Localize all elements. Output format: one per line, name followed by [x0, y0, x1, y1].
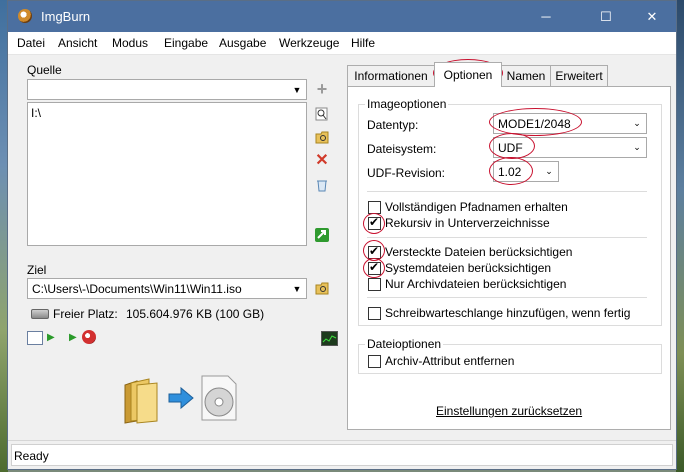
maximize-button[interactable]: ☐	[583, 1, 629, 32]
image-options-title: Imageoptionen	[365, 97, 449, 111]
menu-ausgabe[interactable]: Ausgabe	[219, 36, 266, 50]
reset-settings-link[interactable]: Einstellungen zurücksetzen	[436, 404, 582, 418]
menu-hilfe[interactable]: Hilfe	[351, 36, 375, 50]
dateisystem-select[interactable]: UDF ⌄	[493, 137, 647, 158]
target-label: Ziel	[27, 263, 47, 277]
menu-datei[interactable]: Datei	[17, 36, 45, 50]
options-tab-panel: Imageoptionen Datentyp: MODE1/2048 ⌄ Dat…	[347, 86, 671, 430]
datentyp-label: Datentyp:	[367, 118, 419, 132]
checkbox-remove-archive-attribute-label: Archiv-Attribut entfernen	[385, 354, 515, 368]
minimize-button[interactable]: ─	[523, 1, 569, 32]
folder-icon	[121, 375, 161, 428]
menu-ansicht[interactable]: Ansicht	[58, 36, 97, 50]
free-space-label: Freier Platz:	[53, 307, 118, 321]
title-bar[interactable]: ImgBurn ─ ☐ ✕	[8, 1, 676, 32]
delete-icon[interactable]: ✕	[314, 152, 330, 169]
datentyp-select[interactable]: MODE1/2048 ⌄	[493, 113, 647, 134]
menu-werkzeuge[interactable]: Werkzeuge	[279, 36, 339, 50]
imgburn-window: ImgBurn ─ ☐ ✕ Datei Ansicht Modus Eingab…	[7, 0, 677, 470]
checkbox-archive-only[interactable]	[368, 278, 381, 291]
browse-folder-icon[interactable]	[314, 129, 330, 145]
chevron-down-icon: ⌄	[545, 166, 553, 176]
close-button[interactable]: ✕	[629, 1, 675, 32]
checkbox-full-path-label: Vollständigen Pfadnamen erhalten	[385, 200, 568, 214]
list-item[interactable]: I:\	[31, 106, 41, 120]
tab-informationen[interactable]: Informationen	[347, 65, 435, 86]
menu-bar: Datei Ansicht Modus Eingabe Ausgabe Werk…	[8, 32, 676, 55]
status-field: Ready	[11, 444, 673, 466]
play-icon[interactable]: ▶	[47, 332, 55, 343]
udf-revision-label: UDF-Revision:	[367, 166, 446, 180]
checkbox-remove-archive-attribute[interactable]	[368, 355, 381, 368]
source-label: Quelle	[27, 63, 62, 77]
menu-eingabe[interactable]: Eingabe	[164, 36, 208, 50]
menu-modus[interactable]: Modus	[112, 36, 148, 50]
checkbox-archive-only-label: Nur Archivdateien berücksichtigen	[385, 277, 567, 291]
checkbox-write-queue[interactable]	[368, 307, 381, 320]
separator	[367, 297, 647, 298]
burn-disc-icon[interactable]	[82, 330, 96, 344]
source-file-list[interactable]: I:\	[27, 102, 307, 246]
checkbox-hidden-files[interactable]	[368, 244, 381, 259]
search-icon[interactable]	[314, 106, 330, 122]
tab-optionen[interactable]: Optionen	[434, 62, 502, 87]
status-bar: Ready	[8, 440, 676, 469]
arrow-right-icon	[167, 386, 195, 413]
recycle-icon[interactable]	[314, 177, 330, 193]
drive-icon	[31, 309, 49, 319]
chevron-down-icon: ▼	[292, 84, 302, 95]
source-drive-combo[interactable]: ▼	[27, 79, 307, 100]
file-options-title: Dateioptionen	[365, 337, 444, 351]
add-icon[interactable]: +	[314, 79, 330, 99]
free-space-value: 105.604.976 KB (100 GB)	[126, 307, 265, 321]
checkbox-write-queue-label: Schreibwarteschlange hinzufügen, wenn fe…	[385, 306, 631, 320]
checkbox-hidden-files-label: Versteckte Dateien berücksichtigen	[385, 245, 573, 259]
refresh-icon[interactable]	[314, 227, 330, 243]
separator	[367, 237, 647, 238]
tab-erweitert[interactable]: Erweitert	[550, 65, 608, 86]
target-path-combo[interactable]: C:\Users\-\Documents\Win11\Win11.iso ▼	[27, 278, 307, 299]
dateisystem-label: Dateisystem:	[367, 142, 437, 156]
browse-target-icon[interactable]	[314, 280, 330, 296]
chevron-down-icon: ⌄	[633, 142, 641, 152]
chevron-down-icon: ▼	[292, 283, 302, 294]
udf-revision-select[interactable]: 1.02 ⌄	[493, 161, 559, 182]
status-text: Ready	[14, 449, 49, 463]
tab-namen[interactable]: Namen	[501, 65, 551, 86]
desktop-background-right	[676, 0, 684, 472]
checkbox-system-files-label: Systemdateien berücksichtigen	[385, 261, 552, 275]
graph-icon[interactable]	[321, 331, 338, 346]
log-window-icon[interactable]	[27, 331, 43, 345]
imgburn-app-icon	[18, 9, 32, 23]
chevron-down-icon: ⌄	[633, 118, 641, 128]
window-title: ImgBurn	[41, 9, 91, 24]
checkbox-full-path[interactable]	[368, 201, 381, 214]
separator	[367, 191, 647, 192]
checkbox-recurse-label: Rekursiv in Unterverzeichnisse	[385, 216, 550, 230]
checkbox-recurse[interactable]	[368, 215, 381, 230]
checkbox-system-files[interactable]	[368, 260, 381, 275]
play-icon-2[interactable]: ▶	[69, 332, 77, 343]
disc-image-icon[interactable]	[200, 374, 238, 425]
